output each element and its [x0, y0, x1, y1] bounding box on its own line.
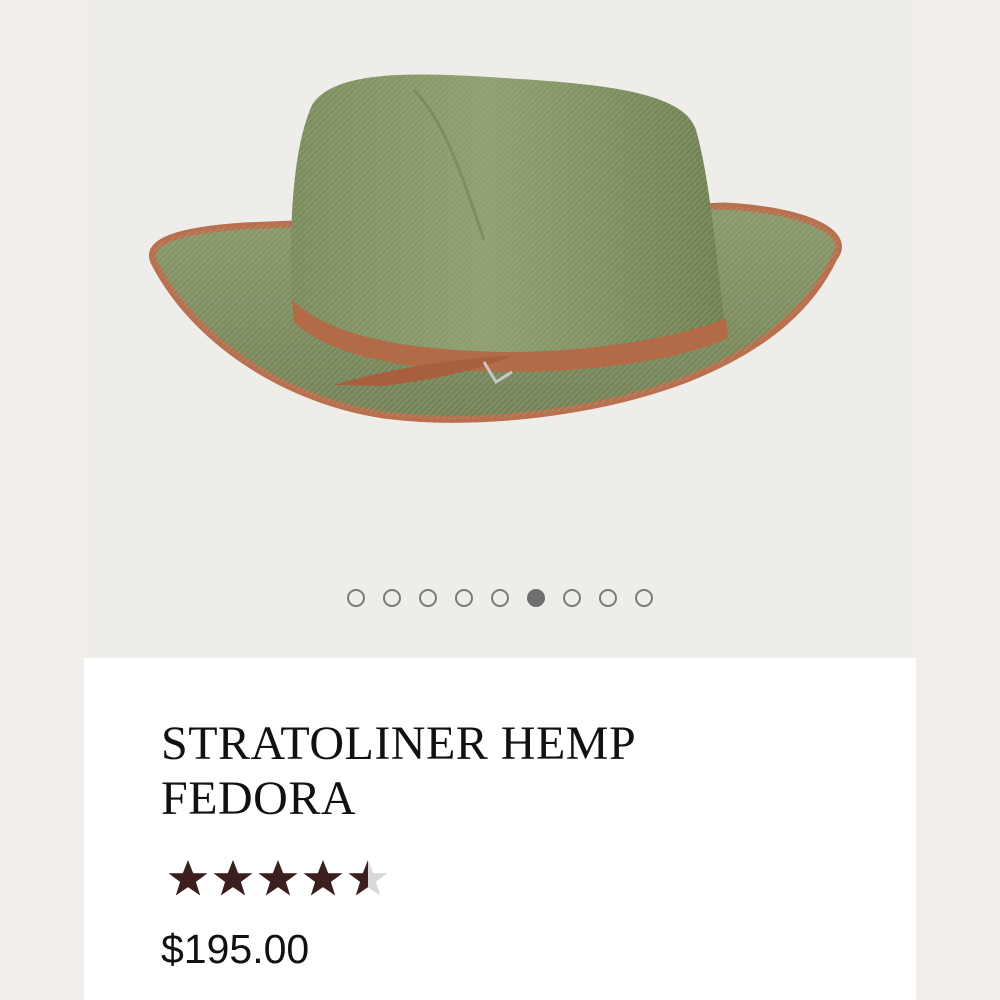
carousel-dot[interactable]	[599, 589, 617, 607]
carousel-pagination	[84, 589, 916, 613]
carousel-dot[interactable]	[491, 589, 509, 607]
carousel-dot[interactable]	[347, 589, 365, 607]
carousel-dot[interactable]	[419, 589, 437, 607]
carousel-dot[interactable]	[383, 589, 401, 607]
product-title: STRATOLINER HEMP FEDORA	[161, 717, 635, 825]
carousel-dot[interactable]	[563, 589, 581, 607]
star-icon	[348, 860, 388, 896]
star-icon	[213, 860, 253, 896]
fedora-hat-image	[149, 74, 842, 423]
star-icon	[168, 860, 208, 896]
star-rating[interactable]	[167, 858, 389, 900]
product-details: STRATOLINER HEMP FEDORA $195.00	[84, 658, 916, 1000]
product-card: STRATOLINER HEMP FEDORA $195.00	[84, 0, 916, 1000]
star-icon	[303, 860, 343, 896]
carousel-dot[interactable]	[635, 589, 653, 607]
star-icon	[258, 860, 298, 896]
image-gallery[interactable]	[84, 0, 916, 658]
carousel-dot[interactable]	[455, 589, 473, 607]
product-price: $195.00	[161, 926, 310, 972]
carousel-dot[interactable]	[527, 589, 545, 607]
